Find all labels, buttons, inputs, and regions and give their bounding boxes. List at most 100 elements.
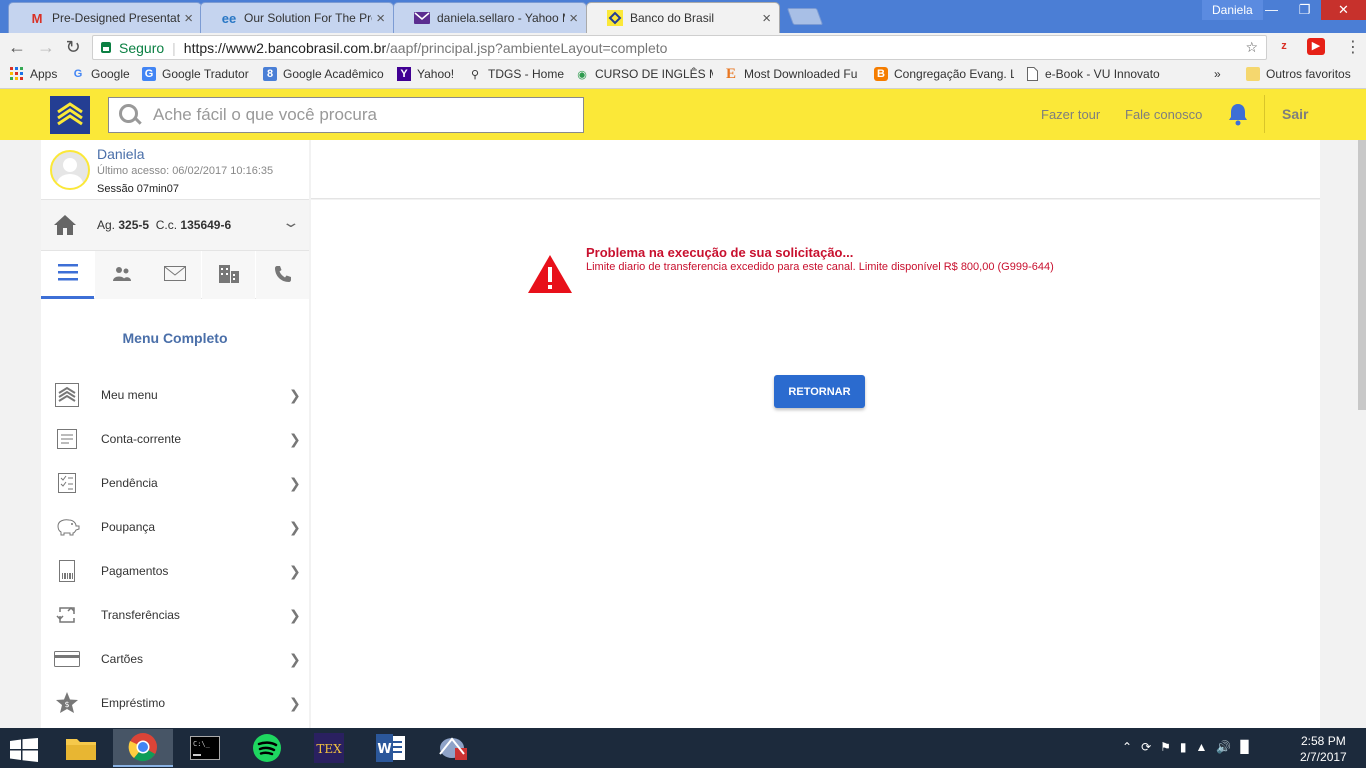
zotero-extension-icon[interactable]: z bbox=[1275, 38, 1293, 55]
bookmark-congregacao[interactable]: B Congregação Evang. L bbox=[874, 67, 1014, 81]
time: 2:58 PM bbox=[1301, 734, 1346, 748]
file-explorer-icon[interactable] bbox=[51, 729, 111, 767]
divider: | bbox=[172, 39, 176, 56]
search-box[interactable] bbox=[108, 97, 584, 133]
search-input[interactable] bbox=[153, 105, 553, 125]
close-icon[interactable]: × bbox=[569, 10, 578, 27]
clock[interactable]: 2:58 PM 2/7/2017 bbox=[1300, 733, 1347, 765]
bookmark-google[interactable]: G Google bbox=[71, 67, 130, 81]
reload-icon[interactable]: ↻ bbox=[62, 37, 84, 57]
bb-logo-icon[interactable] bbox=[50, 96, 90, 134]
bookmark-yahoo[interactable]: Y Yahoo! bbox=[397, 67, 454, 81]
account-selector[interactable]: Ag. 325-5 C.c. 135649-6 ⌄ bbox=[41, 200, 309, 251]
google-translate-icon: G bbox=[142, 67, 156, 81]
menu-item-poupanca[interactable]: Poupança ❯ bbox=[41, 505, 309, 549]
bookmarks-overflow-button[interactable]: » bbox=[1214, 67, 1221, 81]
bookmark-other-folder[interactable]: Outros favoritos bbox=[1246, 67, 1351, 81]
new-tab-button[interactable] bbox=[786, 8, 824, 25]
flag-icon[interactable]: ⚑ bbox=[1160, 740, 1171, 754]
globe-icon: ◉ bbox=[577, 68, 587, 81]
divider bbox=[1264, 95, 1265, 133]
tour-link[interactable]: Fazer tour bbox=[1041, 107, 1100, 122]
card-icon bbox=[54, 646, 80, 672]
tab-agencies[interactable] bbox=[202, 251, 255, 299]
bookmark-google-tradutor[interactable]: G Google Tradutor bbox=[142, 67, 249, 81]
tab-title: Banco do Brasil bbox=[630, 11, 715, 25]
bookmark-apps[interactable]: Apps bbox=[10, 67, 57, 81]
close-icon[interactable]: × bbox=[762, 10, 771, 27]
sidebar-tabs bbox=[41, 251, 309, 299]
terminal-icon[interactable]: C:\_ bbox=[175, 729, 235, 767]
menu-item-pendencia[interactable]: Pendência ❯ bbox=[41, 461, 309, 505]
logout-link[interactable]: Sair bbox=[1282, 106, 1308, 122]
menu-item-pagamentos[interactable]: Pagamentos ❯ bbox=[41, 549, 309, 593]
retornar-button[interactable]: RETORNAR bbox=[774, 375, 865, 408]
back-icon[interactable]: ← bbox=[6, 37, 28, 57]
forward-icon[interactable]: → bbox=[35, 37, 57, 57]
gmail-icon: M bbox=[31, 10, 43, 26]
bb-icon bbox=[607, 10, 623, 26]
tab-title: Our Solution For The Pro bbox=[244, 11, 373, 25]
window-close-icon[interactable]: ✕ bbox=[1321, 0, 1366, 20]
tab-yahoo-mail[interactable]: daniela.sellaro - Yahoo M × bbox=[393, 2, 587, 33]
restore-icon[interactable]: ❐ bbox=[1287, 0, 1322, 20]
volume-icon[interactable]: 🔊 bbox=[1216, 740, 1231, 754]
contact-link[interactable]: Fale conosco bbox=[1125, 107, 1202, 122]
google-drive-icon[interactable]: ▲ bbox=[1196, 740, 1208, 754]
texworks-icon[interactable]: TEX bbox=[299, 729, 359, 767]
network-app-icon[interactable] bbox=[423, 729, 483, 767]
tab-menu[interactable] bbox=[41, 251, 94, 299]
tab-phone[interactable] bbox=[256, 251, 309, 299]
bookmark-star-icon[interactable]: ☆ bbox=[1245, 39, 1258, 56]
menu-item-cartoes[interactable]: Cartões ❯ bbox=[41, 637, 309, 681]
chrome-menu-icon[interactable]: ⋮ bbox=[1345, 37, 1361, 57]
apps-grid-icon bbox=[10, 67, 24, 81]
menu-item-transferencias[interactable]: Transferências ❯ bbox=[41, 593, 309, 637]
minimize-icon[interactable]: — bbox=[1254, 0, 1289, 20]
bb-logo-icon bbox=[54, 382, 80, 408]
last-access: Último acesso: 06/02/2017 10:16:35 bbox=[97, 165, 274, 177]
tab-title: daniela.sellaro - Yahoo M bbox=[437, 11, 566, 25]
yahoo-mail-icon bbox=[414, 10, 430, 26]
chrome-taskbar-icon[interactable] bbox=[113, 729, 173, 767]
elsevier-icon: E bbox=[725, 65, 736, 82]
close-icon[interactable]: × bbox=[376, 10, 385, 27]
address-bar[interactable]: Seguro | https://www2.bancobrasil.com.br… bbox=[92, 35, 1267, 60]
windows-start-icon[interactable] bbox=[10, 738, 40, 762]
bookmark-ebook[interactable]: e-Book - VU Innovato bbox=[1025, 67, 1161, 81]
svg-text:$: $ bbox=[64, 700, 69, 709]
piggy-bank-icon bbox=[54, 514, 80, 540]
page-icon bbox=[1025, 67, 1039, 81]
bookmarks-bar: Apps G Google G Google Tradutor 8 Google… bbox=[0, 61, 1366, 89]
bookmark-google-academico[interactable]: 8 Google Acadêmico bbox=[263, 67, 384, 81]
menu-item-emprestimo[interactable]: $ Empréstimo ❯ bbox=[41, 681, 309, 725]
youtube-extension-icon[interactable]: ▶ bbox=[1307, 38, 1325, 55]
chevron-down-icon: ⌄ bbox=[281, 214, 301, 230]
word-icon[interactable]: W bbox=[361, 729, 421, 767]
menu-item-meu-menu[interactable]: Meu menu ❯ bbox=[41, 373, 309, 417]
sync-icon[interactable]: ⟳ bbox=[1141, 740, 1151, 754]
bell-icon[interactable] bbox=[1228, 102, 1248, 126]
battery-icon[interactable]: ▮ bbox=[1180, 740, 1187, 754]
tab-contacts[interactable] bbox=[95, 251, 148, 299]
people-icon bbox=[112, 265, 131, 286]
bb-header: Fazer tour Fale conosco Sair bbox=[0, 89, 1366, 140]
bookmark-curso-ingles[interactable]: ◉ CURSO DE INGLÊS MA bbox=[575, 67, 713, 81]
svg-text:C:\_: C:\_ bbox=[193, 740, 211, 748]
tab-gmail[interactable]: M Pre-Designed Presentatio × bbox=[8, 2, 202, 33]
bookmark-most-downloaded[interactable]: E Most Downloaded Fu bbox=[724, 65, 861, 82]
session-timer: Sessão 07min07 bbox=[97, 183, 179, 195]
tab-banco-do-brasil[interactable]: Banco do Brasil × bbox=[586, 2, 780, 33]
scrollbar[interactable] bbox=[1358, 140, 1366, 410]
bookmark-tdgs[interactable]: ⚲ TDGS - Home bbox=[468, 67, 564, 81]
tab-strip: M Pre-Designed Presentatio × ee Our Solu… bbox=[0, 0, 1366, 33]
svg-text:TEX: TEX bbox=[316, 742, 342, 756]
chevron-up-icon[interactable]: ⌃ bbox=[1122, 740, 1132, 754]
menu-item-conta-corrente[interactable]: Conta-corrente ❯ bbox=[41, 417, 309, 461]
tab-messages[interactable] bbox=[148, 251, 201, 299]
close-icon[interactable]: × bbox=[184, 10, 193, 27]
sidebar: Daniela Último acesso: 06/02/2017 10:16:… bbox=[41, 140, 309, 728]
tab-our-solution[interactable]: ee Our Solution For The Pro × bbox=[200, 2, 394, 33]
spotify-icon[interactable] bbox=[237, 729, 297, 767]
wifi-icon[interactable]: ▉ bbox=[1240, 740, 1249, 754]
